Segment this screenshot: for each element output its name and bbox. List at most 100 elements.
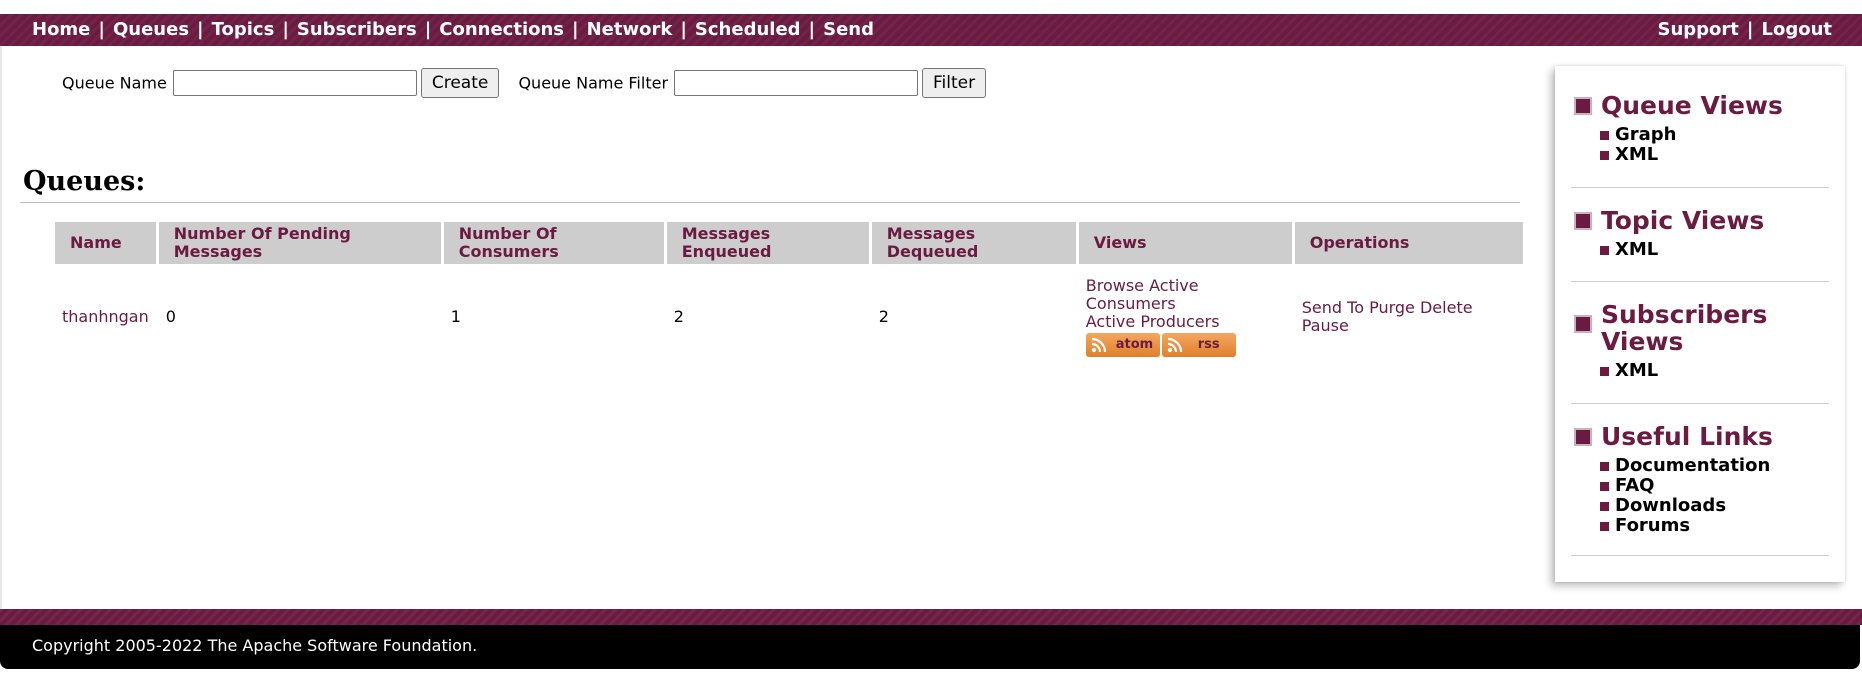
sidebar-queue-views: Queue Views Graph XML bbox=[1571, 92, 1829, 165]
operations-cell: Send To Purge Delete Pause bbox=[1295, 267, 1523, 367]
queues-heading: Queues: bbox=[23, 166, 146, 197]
dequeued-cell: 2 bbox=[878, 307, 889, 326]
square-bullet-icon bbox=[1574, 428, 1592, 446]
topic-views-links: XML bbox=[1599, 240, 1829, 260]
create-button[interactable]: Create bbox=[420, 68, 500, 98]
queue-views-title: Queue Views bbox=[1601, 91, 1783, 120]
square-bullet-icon bbox=[1600, 246, 1609, 255]
square-bullet-icon bbox=[1600, 151, 1609, 160]
queue-name-cell: thanhngan bbox=[55, 267, 156, 367]
rss-label: rss bbox=[1197, 337, 1220, 352]
sidebar-divider bbox=[1571, 187, 1829, 188]
forums-link[interactable]: Forums bbox=[1615, 515, 1690, 536]
sidebar-divider bbox=[1571, 281, 1829, 282]
delete-link[interactable]: Delete bbox=[1420, 298, 1473, 317]
sidebar-divider bbox=[1571, 403, 1829, 404]
active-producers-link[interactable]: Active Producers bbox=[1086, 312, 1220, 331]
queue-filter-label: Queue Name Filter bbox=[518, 73, 669, 93]
square-bullet-icon bbox=[1574, 315, 1592, 333]
list-item: XML bbox=[1599, 145, 1829, 165]
nav-network[interactable]: Network bbox=[587, 19, 673, 40]
views-cell: Browse Active Consumers Active Producers… bbox=[1079, 267, 1292, 367]
queue-xml-link[interactable]: XML bbox=[1615, 144, 1658, 165]
queue-forms: Queue Name Create Queue Name Filter Filter bbox=[62, 68, 987, 98]
pause-link[interactable]: Pause bbox=[1302, 316, 1349, 335]
nav-topics[interactable]: Topics bbox=[212, 19, 275, 40]
square-bullet-icon bbox=[1574, 212, 1592, 230]
col-consumers-header[interactable]: Number Of Consumers bbox=[443, 222, 664, 264]
footer: Copyright 2005-2022 The Apache Software … bbox=[0, 625, 1860, 669]
list-item: Graph bbox=[1599, 125, 1829, 145]
feed-icon bbox=[1167, 337, 1182, 353]
col-pending-header[interactable]: Number Of Pending Messages bbox=[158, 222, 441, 264]
subscribers-views-links: XML bbox=[1599, 361, 1829, 381]
top-strip bbox=[0, 0, 1862, 14]
queue-link[interactable]: thanhngan bbox=[62, 307, 149, 326]
heading-divider bbox=[20, 202, 1520, 203]
queue-name-label: Queue Name bbox=[62, 73, 167, 93]
filter-button[interactable]: Filter bbox=[922, 68, 987, 98]
nav-support[interactable]: Support bbox=[1658, 19, 1739, 40]
sidebar-section-title: Queue Views bbox=[1571, 92, 1829, 119]
nav-connections[interactable]: Connections bbox=[439, 19, 564, 40]
square-bullet-icon bbox=[1600, 502, 1609, 511]
table-row: thanhngan 0 1 2 2 Browse Active Consumer… bbox=[55, 267, 1523, 367]
col-dequeued-header[interactable]: Messages Dequeued bbox=[871, 222, 1076, 264]
queue-views-links: Graph XML bbox=[1599, 125, 1829, 165]
enqueued-cell: 2 bbox=[673, 307, 684, 326]
browse-link[interactable]: Browse bbox=[1086, 276, 1144, 295]
col-views-header: Views bbox=[1078, 222, 1292, 264]
sidebar-section-title: Topic Views bbox=[1571, 207, 1829, 234]
nav-send[interactable]: Send bbox=[823, 19, 874, 40]
list-item: Downloads bbox=[1599, 496, 1829, 516]
list-item: XML bbox=[1599, 361, 1829, 381]
sidebar-useful-links: Useful Links Documentation FAQ Downloads… bbox=[1571, 423, 1829, 536]
atom-label: atom bbox=[1115, 337, 1154, 352]
nav-logout[interactable]: Logout bbox=[1761, 19, 1832, 40]
square-bullet-icon bbox=[1574, 97, 1592, 115]
footer-band bbox=[0, 609, 1862, 625]
list-item: Documentation bbox=[1599, 456, 1829, 476]
queue-name-input[interactable] bbox=[172, 70, 417, 96]
topic-xml-link[interactable]: XML bbox=[1615, 239, 1658, 260]
nav-queues[interactable]: Queues bbox=[113, 19, 189, 40]
queue-graph-link[interactable]: Graph bbox=[1615, 124, 1677, 145]
nav-home[interactable]: Home bbox=[32, 19, 90, 40]
square-bullet-icon bbox=[1600, 462, 1609, 471]
rss-feed-button[interactable]: rss bbox=[1161, 333, 1236, 357]
queues-table: Name Number Of Pending Messages Number O… bbox=[52, 219, 1526, 370]
documentation-link[interactable]: Documentation bbox=[1615, 455, 1770, 476]
useful-links-list: Documentation FAQ Downloads Forums bbox=[1599, 456, 1829, 536]
topic-views-title: Topic Views bbox=[1601, 206, 1765, 235]
sidebar-section-title: Subscribers Views bbox=[1571, 301, 1829, 355]
square-bullet-icon bbox=[1600, 131, 1609, 140]
col-name-header[interactable]: Name bbox=[55, 222, 156, 264]
subscribers-views-title: Subscribers Views bbox=[1601, 300, 1768, 356]
sidebar-topic-views: Topic Views XML bbox=[1571, 207, 1829, 260]
nav-scheduled[interactable]: Scheduled bbox=[695, 19, 801, 40]
square-bullet-icon bbox=[1600, 522, 1609, 531]
feed-icon bbox=[1091, 337, 1106, 353]
subscribers-xml-link[interactable]: XML bbox=[1615, 360, 1658, 381]
primary-nav: Home | Queues | Topics | Subscribers | Connectio… bbox=[32, 19, 874, 40]
queue-filter-input[interactable] bbox=[674, 70, 919, 96]
sidebar: Queue Views Graph XML Topic Views XML Su… bbox=[1555, 66, 1845, 582]
faq-link[interactable]: FAQ bbox=[1615, 475, 1654, 496]
list-item: XML bbox=[1599, 240, 1829, 260]
send-to-link[interactable]: Send To bbox=[1302, 298, 1364, 317]
pending-cell: 0 bbox=[165, 307, 176, 326]
sidebar-section-title: Useful Links bbox=[1571, 423, 1829, 450]
nav-subscribers[interactable]: Subscribers bbox=[297, 19, 417, 40]
purge-link[interactable]: Purge bbox=[1369, 298, 1415, 317]
atom-feed-button[interactable]: atom bbox=[1085, 333, 1160, 357]
downloads-link[interactable]: Downloads bbox=[1615, 495, 1726, 516]
sidebar-subscribers-views: Subscribers Views XML bbox=[1571, 301, 1829, 381]
copyright-text: Copyright 2005-2022 The Apache Software … bbox=[32, 636, 478, 655]
col-enqueued-header[interactable]: Messages Enqueued bbox=[666, 222, 869, 264]
main-navbar: Home | Queues | Topics | Subscribers | Connectio… bbox=[0, 14, 1862, 46]
square-bullet-icon bbox=[1600, 482, 1609, 491]
list-item: Forums bbox=[1599, 516, 1829, 536]
sidebar-divider bbox=[1571, 555, 1829, 556]
secondary-nav: Support | Logout bbox=[1657, 19, 1833, 40]
useful-links-title: Useful Links bbox=[1601, 422, 1773, 451]
